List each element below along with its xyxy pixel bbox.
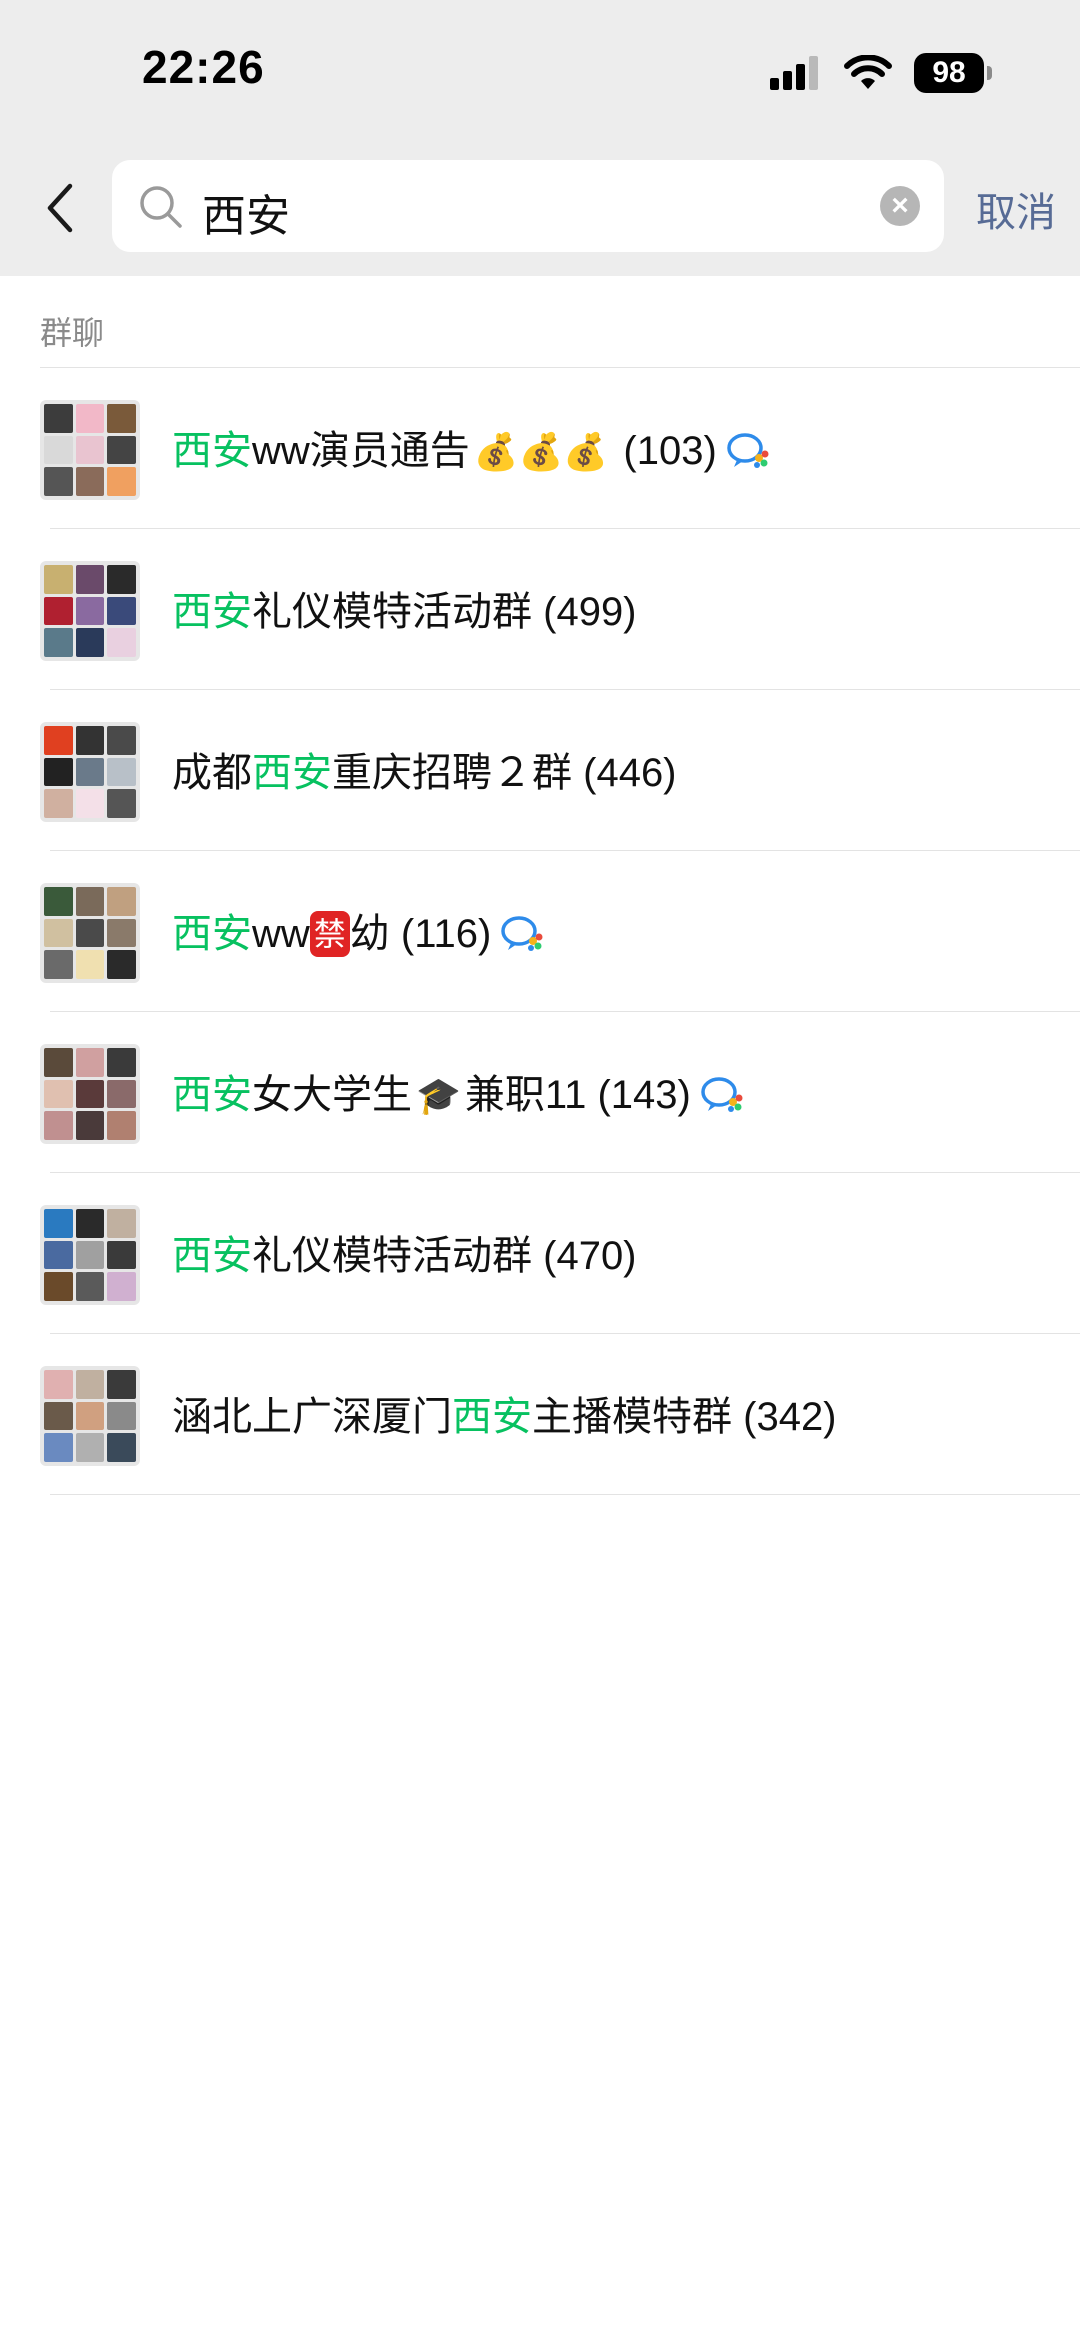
group-avatar xyxy=(40,1044,140,1144)
name-emoji: 💰💰💰 xyxy=(473,431,609,472)
name-highlight: 西安 xyxy=(172,912,252,956)
group-chat-name: 西安礼仪模特活动群 (499) xyxy=(172,579,637,637)
group-avatar xyxy=(40,1205,140,1305)
search-input[interactable]: 西安 xyxy=(202,180,290,244)
signal-icon xyxy=(770,56,818,90)
status-time: 22:26 xyxy=(142,41,265,93)
member-count: (470) xyxy=(543,1234,637,1278)
back-arrow-icon[interactable] xyxy=(40,180,80,236)
name-suffix: 礼仪模特活动群 xyxy=(252,1234,532,1278)
name-suffix: ww演员通告 xyxy=(252,429,470,473)
cancel-button[interactable]: 取消 xyxy=(976,180,1056,238)
member-count: (143) xyxy=(597,1073,691,1117)
group-chat-name: 西安ww 禁幼 (116) xyxy=(172,901,545,959)
name-suffix-2: 幼 xyxy=(349,912,390,956)
group-avatar xyxy=(40,400,140,500)
name-prefix: 成都 xyxy=(172,751,252,795)
wecom-icon xyxy=(727,433,769,468)
group-chat-result-row[interactable]: 涵北上广深厦门西安主播模特群 (342) xyxy=(0,1334,1080,1495)
search-field[interactable]: 西安 × xyxy=(112,160,944,252)
name-highlight: 西安 xyxy=(452,1395,532,1439)
name-suffix: 主播模特群 xyxy=(532,1395,732,1439)
name-highlight: 西安 xyxy=(172,590,252,634)
name-highlight: 西安 xyxy=(172,1073,252,1117)
member-count: (446) xyxy=(583,751,677,795)
search-results-list: 西安ww演员通告 💰💰💰 (103) 西安礼仪模特活动群 (499) 成都西安重庆招聘… xyxy=(0,368,1080,1495)
group-avatar xyxy=(40,1366,140,1466)
member-count: (499) xyxy=(543,590,637,634)
group-avatar xyxy=(40,561,140,661)
group-chat-result-row[interactable]: 成都西安重庆招聘２群 (446) xyxy=(0,690,1080,851)
battery-indicator: 98 xyxy=(914,53,992,93)
top-bar: 22:26 98 西安 × 取消 xyxy=(0,0,1080,276)
wifi-icon xyxy=(844,55,892,89)
group-chat-result-row[interactable]: 西安女大学生 🎓 兼职11 (143) xyxy=(0,1012,1080,1173)
member-count: (342) xyxy=(743,1395,837,1439)
group-chat-name: 西安ww演员通告 💰💰💰 (103) xyxy=(172,418,771,476)
wecom-icon xyxy=(501,916,543,951)
status-icons: 98 xyxy=(770,50,992,96)
member-count: (116) xyxy=(400,912,492,956)
group-chat-result-row[interactable]: 西安ww演员通告 💰💰💰 (103) xyxy=(0,368,1080,529)
name-suffix: 女大学生 xyxy=(252,1073,412,1117)
group-chat-result-row[interactable]: 西安礼仪模特活动群 (499) xyxy=(0,529,1080,690)
name-suffix: 重庆招聘２群 xyxy=(332,751,572,795)
name-highlight: 西安 xyxy=(172,1234,252,1278)
group-avatar xyxy=(40,883,140,983)
group-chat-result-row[interactable]: 西安ww 禁幼 (116) xyxy=(0,851,1080,1012)
clear-search-icon[interactable]: × xyxy=(880,186,920,226)
name-suffix-2: 兼职11 xyxy=(464,1073,587,1117)
group-chat-result-row[interactable]: 西安礼仪模特活动群 (470) xyxy=(0,1173,1080,1334)
group-avatar xyxy=(40,722,140,822)
name-prefix: 涵北上广深厦门 xyxy=(172,1395,452,1439)
group-chat-name: 涵北上广深厦门西安主播模特群 (342) xyxy=(172,1384,837,1442)
group-chat-name: 西安礼仪模特活动群 (470) xyxy=(172,1223,637,1281)
name-suffix: 礼仪模特活动群 xyxy=(252,590,532,634)
group-chat-name: 成都西安重庆招聘２群 (446) xyxy=(172,740,677,798)
search-icon xyxy=(140,186,182,228)
row-divider xyxy=(50,1494,1080,1495)
name-highlight: 西安 xyxy=(252,751,332,795)
name-suffix: ww xyxy=(252,912,310,956)
forbidden-badge: 禁 xyxy=(309,911,350,957)
name-emoji: 🎓 xyxy=(416,1075,461,1116)
section-title-group-chats: 群聊 xyxy=(40,315,105,351)
name-highlight: 西安 xyxy=(172,429,252,473)
wecom-icon xyxy=(701,1077,743,1112)
group-chat-name: 西安女大学生 🎓 兼职11 (143) xyxy=(172,1062,745,1120)
member-count: (103) xyxy=(623,429,717,473)
